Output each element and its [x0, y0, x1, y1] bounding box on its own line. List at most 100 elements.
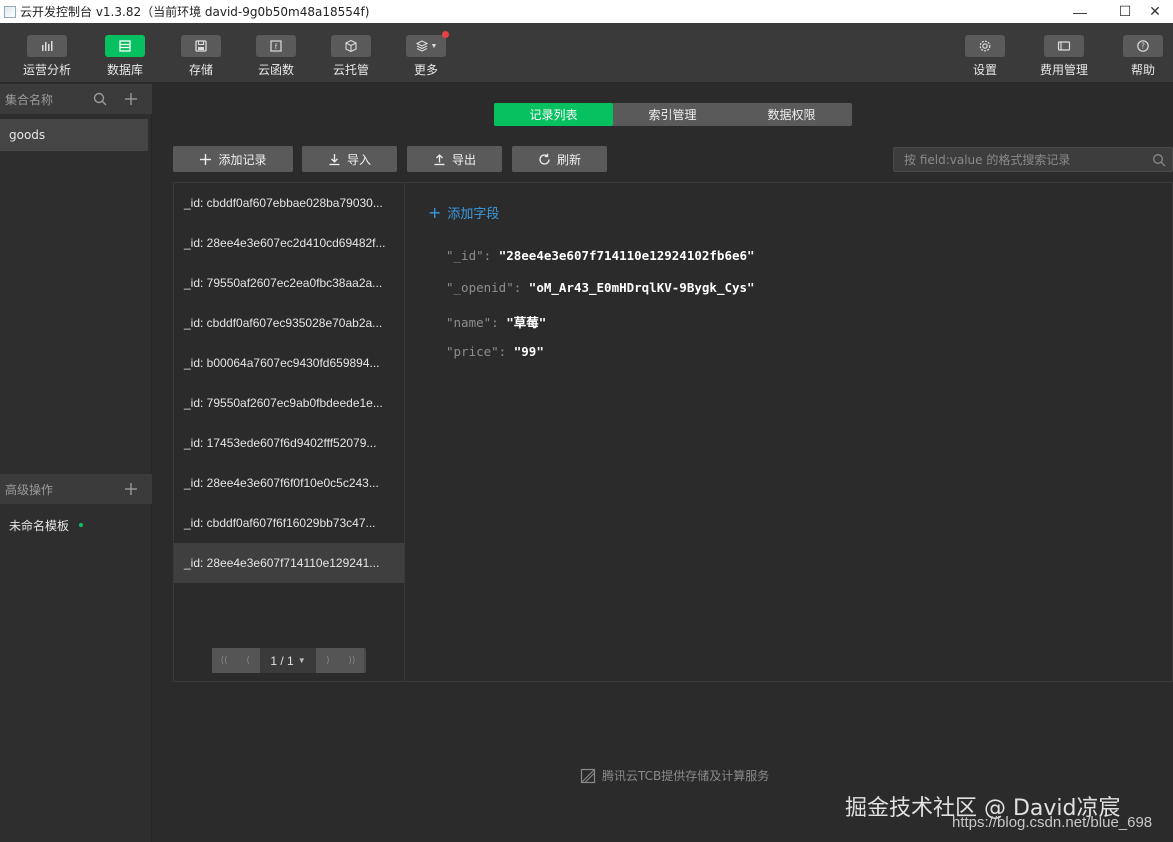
field-key: "price":	[446, 344, 507, 359]
gear-icon	[965, 35, 1005, 57]
tcb-logo-icon	[580, 768, 596, 783]
first-page-button[interactable]: ⟨⟨	[212, 648, 236, 673]
refresh-label: 刷新	[556, 152, 581, 167]
import-button[interactable]: 导入	[302, 146, 397, 172]
refresh-button[interactable]: 刷新	[512, 146, 607, 172]
add-field-label: 添加字段	[447, 207, 500, 222]
main-toolbar: 运营分析 数据库 存储 f 云函数 云托管 ▼ 更多 设置 费用管理 ? 帮助	[0, 23, 1173, 83]
add-field-button[interactable]: + 添加字段	[428, 203, 499, 222]
footer-text: 腾讯云TCB提供存储及计算服务	[602, 769, 770, 783]
field-row[interactable]: "_id": "28ee4e3e607f714110e12924102fb6e6…	[446, 248, 755, 263]
toolbar-cloudhost-button[interactable]: 云托管	[316, 35, 386, 78]
field-row[interactable]: "name": "草莓"	[446, 312, 546, 331]
pagination: ⟨⟨ ⟨ 1 / 1 ▼ ⟩ ⟩⟩	[212, 648, 366, 673]
template-item-label: 未命名模板	[9, 518, 70, 533]
last-page-button[interactable]: ⟩⟩	[340, 648, 364, 673]
field-value: "99"	[513, 344, 544, 359]
field-key: "_id":	[446, 248, 492, 263]
record-item[interactable]: _id: cbddf0af607ebbae028ba79030...	[174, 183, 404, 223]
storage-icon	[181, 35, 221, 57]
record-item[interactable]: _id: 17453ede607f6d9402fff52079...	[174, 423, 404, 463]
notification-badge	[442, 31, 449, 38]
plus-icon: +	[428, 203, 442, 222]
toolbar-analytics-button[interactable]: 运营分析	[12, 35, 82, 78]
toolbar-label: 费用管理	[1039, 63, 1088, 77]
record-item[interactable]: _id: 79550af2607ec2ea0fbc38aa2a...	[174, 263, 404, 303]
record-item-selected[interactable]: _id: 28ee4e3e607f714110e129241...	[174, 543, 404, 583]
window-titlebar: 云开发控制台 v1.3.82（当前环境 david-9g0b50m48a1855…	[0, 0, 1173, 23]
record-list: _id: cbddf0af607ebbae028ba79030... _id: …	[174, 183, 405, 681]
record-item[interactable]: _id: cbddf0af607ec935028e70ab2a...	[174, 303, 404, 343]
toolbar-database-button[interactable]: 数据库	[90, 35, 160, 78]
record-item[interactable]: _id: 28ee4e3e607ec2d410cd69482f...	[174, 223, 404, 263]
field-row[interactable]: "price": "99"	[446, 344, 544, 359]
close-button[interactable]: ✕	[1137, 0, 1173, 23]
plus-icon	[200, 153, 212, 165]
add-record-button[interactable]: 添加记录	[173, 146, 293, 172]
tab-bar: 记录列表 索引管理 数据权限	[494, 103, 852, 126]
download-icon	[329, 153, 340, 165]
collections-header: 集合名称	[0, 84, 152, 114]
add-record-label: 添加记录	[218, 152, 267, 167]
tab-indexes[interactable]: 索引管理	[613, 103, 732, 126]
search-input[interactable]: 按 field:value 的格式搜索记录	[893, 147, 1173, 172]
toolbar-label: 云托管	[332, 63, 369, 77]
collections-header-label: 集合名称	[5, 92, 54, 107]
toolbar-label: 运营分析	[22, 63, 71, 77]
cube-icon	[331, 35, 371, 57]
toolbar-label: 帮助	[1130, 63, 1155, 77]
footer: 腾讯云TCB提供存储及计算服务	[580, 767, 769, 784]
toolbar-settings-button[interactable]: 设置	[950, 35, 1020, 78]
layers-icon: ▼	[406, 31, 449, 57]
record-detail: + 添加字段 "_id": "28ee4e3e607f714110e129241…	[406, 183, 1172, 681]
advanced-header-label: 高级操作	[5, 482, 54, 497]
field-value: "28ee4e3e607f714110e12924102fb6e6"	[498, 248, 755, 263]
advanced-header: 高级操作	[0, 474, 152, 504]
import-label: 导入	[346, 152, 371, 167]
add-template-icon[interactable]	[123, 481, 139, 497]
toolbar-storage-button[interactable]: 存储	[166, 35, 236, 78]
prev-page-button[interactable]: ⟨	[236, 648, 260, 673]
watermark-url: https://blog.csdn.net/blue_698	[952, 814, 1153, 831]
field-row[interactable]: "_openid": "oM_Ar43_E0mHDrqlKV-9Bygk_Cys…	[446, 280, 755, 295]
field-key: "name":	[446, 315, 499, 330]
field-value: "草莓"	[506, 315, 547, 330]
bar-chart-icon	[27, 35, 67, 57]
next-page-button[interactable]: ⟩	[316, 648, 340, 673]
toolbar-label: 更多	[413, 63, 438, 77]
toolbar-label: 设置	[972, 63, 997, 77]
field-key: "_openid":	[446, 280, 522, 295]
add-collection-icon[interactable]	[123, 91, 139, 107]
toolbar-help-button[interactable]: ? 帮助	[1108, 35, 1173, 78]
toolbar-more-button[interactable]: ▼ 更多	[391, 31, 461, 78]
export-button[interactable]: 导出	[407, 146, 502, 172]
collection-item-goods[interactable]: goods	[0, 119, 148, 151]
refresh-icon	[539, 153, 550, 165]
template-item[interactable]: 未命名模板	[0, 509, 148, 541]
window-title: 云开发控制台 v1.3.82（当前环境 david-9g0b50m48a1855…	[20, 5, 370, 19]
main-content: 记录列表 索引管理 数据权限 添加记录 导入 导出 刷新 按 field:val…	[153, 84, 1173, 842]
toolbar-label: 云函数	[257, 63, 294, 77]
sidebar: 集合名称 goods 高级操作 未命名模板	[0, 84, 152, 842]
record-item[interactable]: _id: 28ee4e3e607f6f0f10e0c5c243...	[174, 463, 404, 503]
toolbar-functions-button[interactable]: f 云函数	[241, 35, 311, 78]
toolbar-label: 数据库	[106, 63, 143, 77]
search-icon[interactable]	[1152, 153, 1166, 167]
minimize-button[interactable]: —	[1057, 0, 1103, 23]
app-icon	[4, 5, 16, 18]
record-item[interactable]: _id: b00064a7607ec9430fd659894...	[174, 343, 404, 383]
tab-records[interactable]: 记录列表	[494, 103, 613, 126]
search-icon[interactable]	[92, 91, 108, 107]
function-icon: f	[256, 35, 296, 57]
record-item[interactable]: _id: 79550af2607ec9ab0fbdeede1e...	[174, 383, 404, 423]
tab-permissions[interactable]: 数据权限	[732, 103, 851, 126]
search-placeholder: 按 field:value 的格式搜索记录	[904, 153, 1071, 167]
svg-text:?: ?	[1141, 42, 1145, 51]
chevron-down-icon: ▼	[430, 42, 438, 50]
toolbar-billing-button[interactable]: 费用管理	[1029, 35, 1099, 78]
upload-icon	[434, 153, 445, 165]
records-panel: _id: cbddf0af607ebbae028ba79030... _id: …	[173, 182, 1173, 682]
status-dot	[79, 523, 84, 527]
record-item[interactable]: _id: cbddf0af607f6f16029bb73c47...	[174, 503, 404, 543]
page-select[interactable]: 1 / 1 ▼	[260, 648, 316, 673]
